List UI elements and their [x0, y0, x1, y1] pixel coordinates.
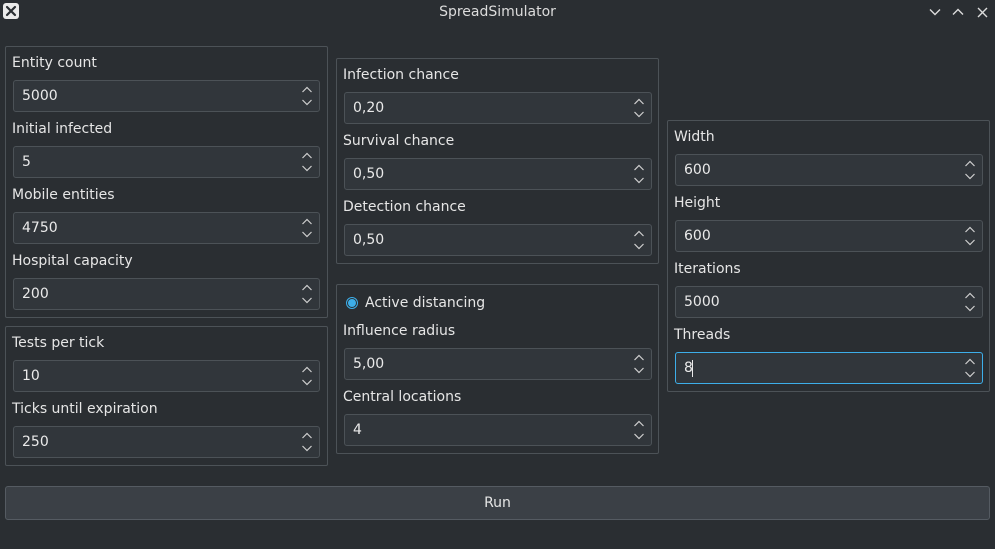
spin-arrows-icon[interactable]	[964, 356, 976, 380]
spin-arrows-icon[interactable]	[964, 158, 976, 182]
initial-infected-spinbox[interactable]: 5	[13, 146, 320, 178]
spin-arrows-icon[interactable]	[301, 430, 313, 454]
infection-chance-value: 0,20	[353, 100, 385, 116]
iterations-spinbox[interactable]: 5000	[675, 286, 983, 318]
spin-arrows-icon[interactable]	[301, 364, 313, 388]
spin-arrows-icon[interactable]	[301, 282, 313, 306]
survival-chance-value: 0,50	[353, 166, 385, 182]
title-bar: SpreadSimulator	[0, 0, 995, 24]
spin-arrows-icon[interactable]	[633, 352, 645, 376]
window-title: SpreadSimulator	[439, 4, 556, 20]
threads-spinbox[interactable]: 8	[675, 352, 983, 384]
spin-arrows-icon[interactable]	[964, 290, 976, 314]
run-button[interactable]: Run	[5, 486, 990, 520]
radio-checked-icon[interactable]	[346, 297, 358, 309]
ticks-until-expiration-spinbox[interactable]: 250	[13, 426, 320, 458]
spin-arrows-icon[interactable]	[301, 84, 313, 108]
hospital-capacity-spinbox[interactable]: 200	[13, 278, 320, 310]
iterations-label: Iterations	[674, 261, 741, 277]
spin-arrows-icon[interactable]	[633, 162, 645, 186]
spin-arrows-icon[interactable]	[633, 418, 645, 442]
influence-radius-value: 5,00	[353, 356, 385, 372]
spin-arrows-icon[interactable]	[301, 150, 313, 174]
close-icon[interactable]	[973, 3, 991, 21]
entity-count-value: 5000	[22, 88, 58, 104]
survival-chance-label: Survival chance	[343, 133, 455, 149]
minimize-icon[interactable]	[926, 3, 944, 21]
entity-count-spinbox[interactable]: 5000	[13, 80, 320, 112]
central-locations-value: 4	[353, 422, 362, 438]
height-spinbox[interactable]: 600	[675, 220, 983, 252]
infection-chance-label: Infection chance	[343, 67, 459, 83]
mobile-entities-label: Mobile entities	[12, 187, 115, 203]
simulation-group: Width 600 Height 600 Iterations 5000 Thr…	[667, 120, 990, 392]
maximize-icon[interactable]	[949, 3, 967, 21]
infection-chance-spinbox[interactable]: 0,20	[344, 92, 652, 124]
ticks-until-expiration-value: 250	[22, 434, 49, 450]
mobile-entities-value: 4750	[22, 220, 58, 236]
population-group: Entity count 5000 Initial infected 5 Mob…	[5, 46, 328, 318]
tests-per-tick-label: Tests per tick	[12, 335, 105, 351]
spin-arrows-icon[interactable]	[633, 228, 645, 252]
influence-radius-spinbox[interactable]: 5,00	[344, 348, 652, 380]
central-locations-label: Central locations	[343, 389, 462, 405]
ticks-until-expiration-label: Ticks until expiration	[12, 401, 158, 417]
entity-count-label: Entity count	[12, 55, 97, 71]
survival-chance-spinbox[interactable]: 0,50	[344, 158, 652, 190]
detection-chance-label: Detection chance	[343, 199, 466, 215]
hospital-capacity-label: Hospital capacity	[12, 253, 133, 269]
hospital-capacity-value: 200	[22, 286, 49, 302]
chance-group: Infection chance 0,20 Survival chance 0,…	[336, 58, 659, 264]
spin-arrows-icon[interactable]	[633, 96, 645, 120]
initial-infected-value: 5	[22, 154, 31, 170]
width-value: 600	[684, 162, 711, 178]
tests-per-tick-value: 10	[22, 368, 40, 384]
spin-arrows-icon[interactable]	[301, 216, 313, 240]
central-locations-spinbox[interactable]: 4	[344, 414, 652, 446]
height-value: 600	[684, 228, 711, 244]
spin-arrows-icon[interactable]	[964, 224, 976, 248]
initial-infected-label: Initial infected	[12, 121, 113, 137]
tests-per-tick-spinbox[interactable]: 10	[13, 360, 320, 392]
iterations-value: 5000	[684, 294, 720, 310]
active-distancing-radio[interactable]: Active distancing	[346, 295, 485, 311]
influence-radius-label: Influence radius	[343, 323, 456, 339]
testing-group: Tests per tick 10 Ticks until expiration…	[5, 326, 328, 466]
width-spinbox[interactable]: 600	[675, 154, 983, 186]
height-label: Height	[674, 195, 721, 211]
detection-chance-value: 0,50	[353, 232, 385, 248]
detection-chance-spinbox[interactable]: 0,50	[344, 224, 652, 256]
mobile-entities-spinbox[interactable]: 4750	[13, 212, 320, 244]
threads-label: Threads	[674, 327, 731, 343]
text-caret	[692, 360, 693, 377]
distancing-group: Active distancing Influence radius 5,00 …	[336, 284, 659, 454]
width-label: Width	[674, 129, 715, 145]
active-distancing-label: Active distancing	[365, 295, 486, 311]
